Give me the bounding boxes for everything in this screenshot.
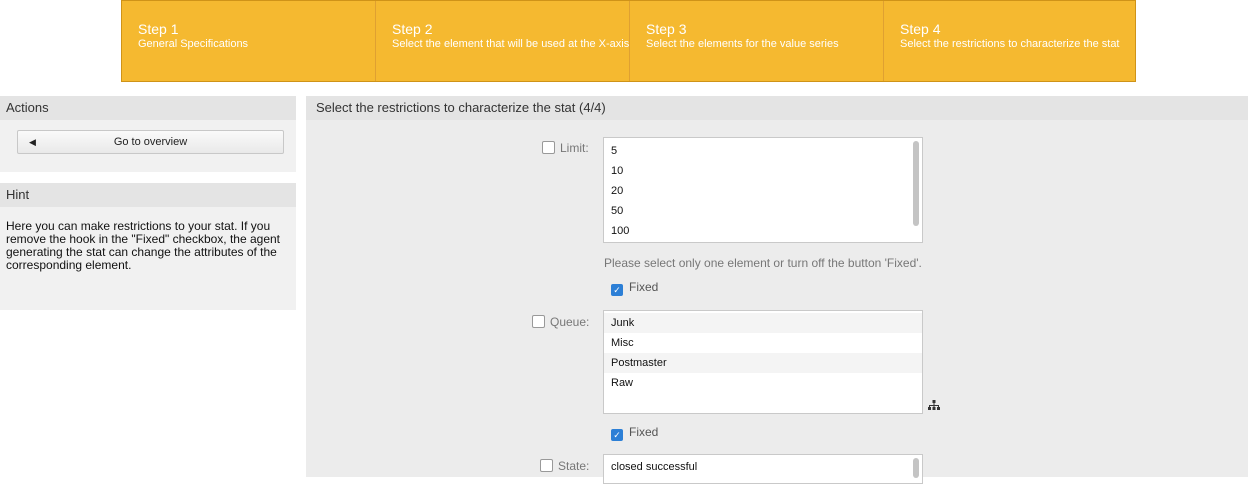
fixed-label: Fixed xyxy=(629,425,659,439)
check-icon: ✓ xyxy=(611,284,623,296)
list-item[interactable]: 50 xyxy=(604,201,922,221)
wizard-step-2[interactable]: Step 2 Select the element that will be u… xyxy=(376,1,630,81)
fixed-label: Fixed xyxy=(629,280,659,294)
list-item[interactable]: 20 xyxy=(604,181,922,201)
step-description: General Specifications xyxy=(138,38,249,50)
list-item[interactable]: closed successful xyxy=(604,457,922,477)
limit-scrollbar[interactable] xyxy=(913,141,919,226)
state-checkbox[interactable] xyxy=(540,459,553,472)
hint-header: Hint xyxy=(0,183,296,207)
sitemap-icon[interactable] xyxy=(928,400,940,414)
step-description: Select the restrictions to characterize … xyxy=(900,38,1120,50)
queue-label[interactable]: Queue: xyxy=(532,315,589,329)
wizard-step-1[interactable]: Step 1 General Specifications xyxy=(122,1,376,81)
queue-fixed-checkbox[interactable]: ✓ Fixed xyxy=(611,425,658,441)
hint-text: Here you can make restrictions to your s… xyxy=(6,219,281,272)
limit-fixed-checkbox[interactable]: ✓ Fixed xyxy=(611,280,658,296)
state-label[interactable]: State: xyxy=(540,459,589,473)
page-title: Select the restrictions to characterize … xyxy=(306,96,1248,120)
wizard-step-3[interactable]: Step 3 Select the elements for the value… xyxy=(630,1,884,81)
step-number: Step 4 xyxy=(900,21,941,37)
limit-note: Please select only one element or turn o… xyxy=(604,256,922,270)
state-select[interactable]: closed successful xyxy=(603,454,923,484)
step-number: Step 3 xyxy=(646,21,687,37)
state-label-text: State: xyxy=(558,459,590,473)
step-number: Step 2 xyxy=(392,21,433,37)
left-triangle-icon: ◀ xyxy=(29,137,36,147)
step-number: Step 1 xyxy=(138,21,179,37)
limit-checkbox[interactable] xyxy=(542,141,555,154)
queue-select[interactable]: Junk Misc Postmaster Raw xyxy=(603,310,923,414)
wizard-step-4[interactable]: Step 4 Select the restrictions to charac… xyxy=(884,1,1135,81)
list-item[interactable]: Raw xyxy=(604,373,922,393)
queue-label-text: Queue: xyxy=(550,315,590,329)
step-description: Select the element that will be used at … xyxy=(392,38,630,50)
step-description: Select the elements for the value series xyxy=(646,38,839,50)
limit-label[interactable]: Limit: xyxy=(542,141,589,155)
limit-label-text: Limit: xyxy=(560,141,589,155)
check-icon: ✓ xyxy=(611,429,623,441)
list-item[interactable]: Junk xyxy=(604,313,922,333)
limit-select[interactable]: 5 10 20 50 100 xyxy=(603,137,923,243)
queue-checkbox[interactable] xyxy=(532,315,545,328)
state-scrollbar[interactable] xyxy=(913,458,919,478)
go-to-overview-button[interactable]: ◀ Go to overview xyxy=(17,130,284,154)
list-item[interactable]: 10 xyxy=(604,161,922,181)
wizard-steps: Step 1 General Specifications Step 2 Sel… xyxy=(121,0,1136,82)
list-item[interactable]: Misc xyxy=(604,333,922,353)
overview-button-label: Go to overview xyxy=(113,136,188,148)
actions-header: Actions xyxy=(0,96,296,120)
list-item[interactable]: 5 xyxy=(604,141,922,161)
list-item[interactable]: Postmaster xyxy=(604,353,922,373)
list-item[interactable]: 100 xyxy=(604,221,922,241)
